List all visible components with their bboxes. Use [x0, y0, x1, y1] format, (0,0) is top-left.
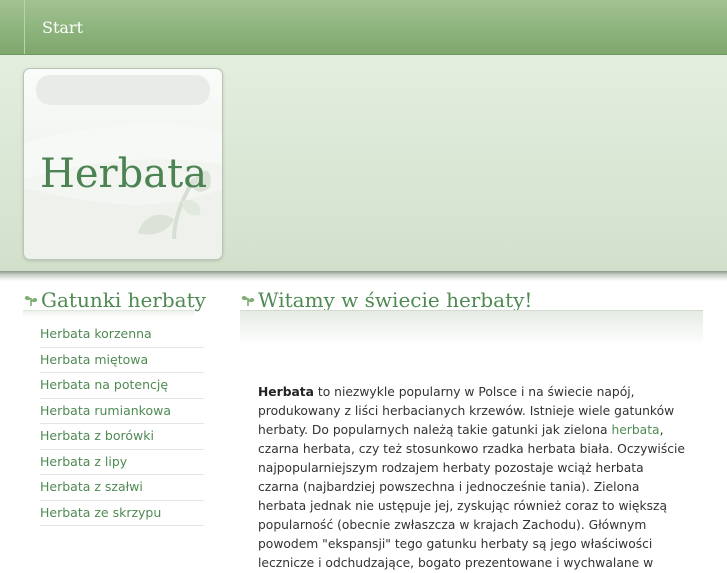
main-title: Witamy w świecie herbaty! [258, 288, 533, 312]
intro-bold-term: Herbata [258, 385, 314, 399]
sidebar-item-herbata-z-lipy[interactable]: Herbata z lipy [40, 450, 204, 475]
sidebar-item-herbata-z-borowki[interactable]: Herbata z borówki [40, 424, 204, 450]
sidebar-item-herbata-korzenna[interactable]: Herbata korzenna [40, 322, 204, 348]
logo-box[interactable]: Herbata [23, 68, 223, 260]
site-title[interactable]: Herbata [40, 151, 207, 197]
leaf-icon [24, 295, 38, 306]
herbata-link[interactable]: herbata [611, 423, 659, 437]
main-heading-bar [240, 310, 703, 345]
sidebar-title: Gatunki herbaty [41, 288, 206, 312]
sidebar-item-herbata-rumiankowa[interactable]: Herbata rumiankowa [40, 399, 204, 424]
leaf-icon [241, 295, 255, 306]
sidebar-item-herbata-z-szalwi[interactable]: Herbata z szałwi [40, 475, 204, 501]
header-shadow [0, 271, 727, 281]
sidebar-item-herbata-na-potencje[interactable]: Herbata na potencję [40, 373, 204, 399]
intro-text-part2: , czarna herbata, czy też stosunkowo rza… [258, 423, 685, 570]
nav-start-link[interactable]: Start [42, 18, 83, 37]
top-nav-bar: Start [0, 0, 727, 55]
sidebar-item-herbata-ze-skrzypu[interactable]: Herbata ze skrzypu [40, 501, 204, 526]
sidebar-heading-bar [23, 310, 195, 317]
nav-divider [24, 0, 25, 54]
sidebar-item-herbata-mietowa[interactable]: Herbata miętowa [40, 348, 204, 373]
sidebar-menu: Herbata korzenna Herbata miętowa Herbata… [40, 322, 204, 526]
